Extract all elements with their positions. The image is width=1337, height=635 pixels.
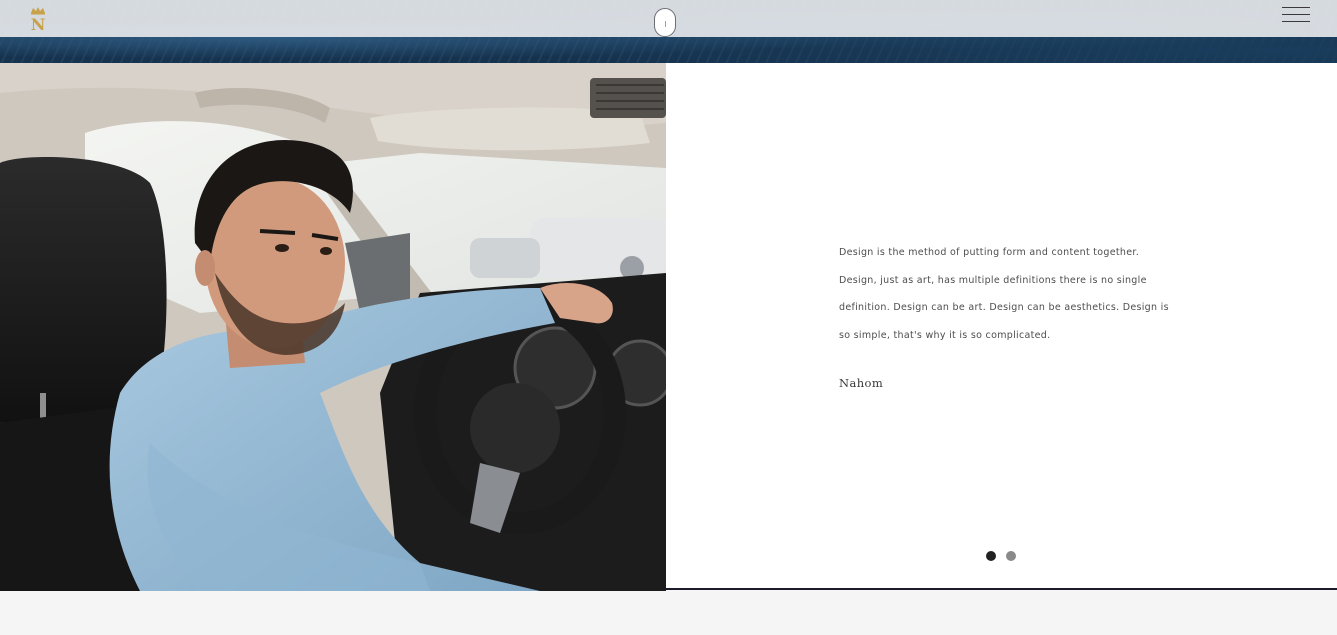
testimonial-photo [0, 63, 666, 591]
menu-line [1282, 21, 1310, 22]
menu-line [1282, 7, 1310, 8]
slider-dot-2[interactable] [1006, 551, 1016, 561]
testimonial-quote: Design is the method of putting form and… [839, 247, 1169, 341]
slider-dot-1[interactable] [986, 551, 996, 561]
crown-icon: N [31, 7, 46, 34]
man-driving-car-photo [0, 63, 666, 591]
hamburger-menu-icon[interactable] [1282, 7, 1310, 24]
next-section [0, 591, 1337, 635]
panel-divider [666, 588, 1337, 590]
navbar: N [0, 0, 1337, 37]
scroll-down-indicator[interactable] [654, 8, 676, 37]
testimonial-panel: Design is the method of putting form and… [666, 63, 1337, 588]
logo-letter: N [31, 15, 46, 32]
menu-line [1282, 14, 1310, 15]
mouse-scroll-icon [665, 21, 666, 27]
testimonial-author: Nahom [839, 376, 884, 390]
site-logo[interactable]: N [27, 6, 49, 34]
